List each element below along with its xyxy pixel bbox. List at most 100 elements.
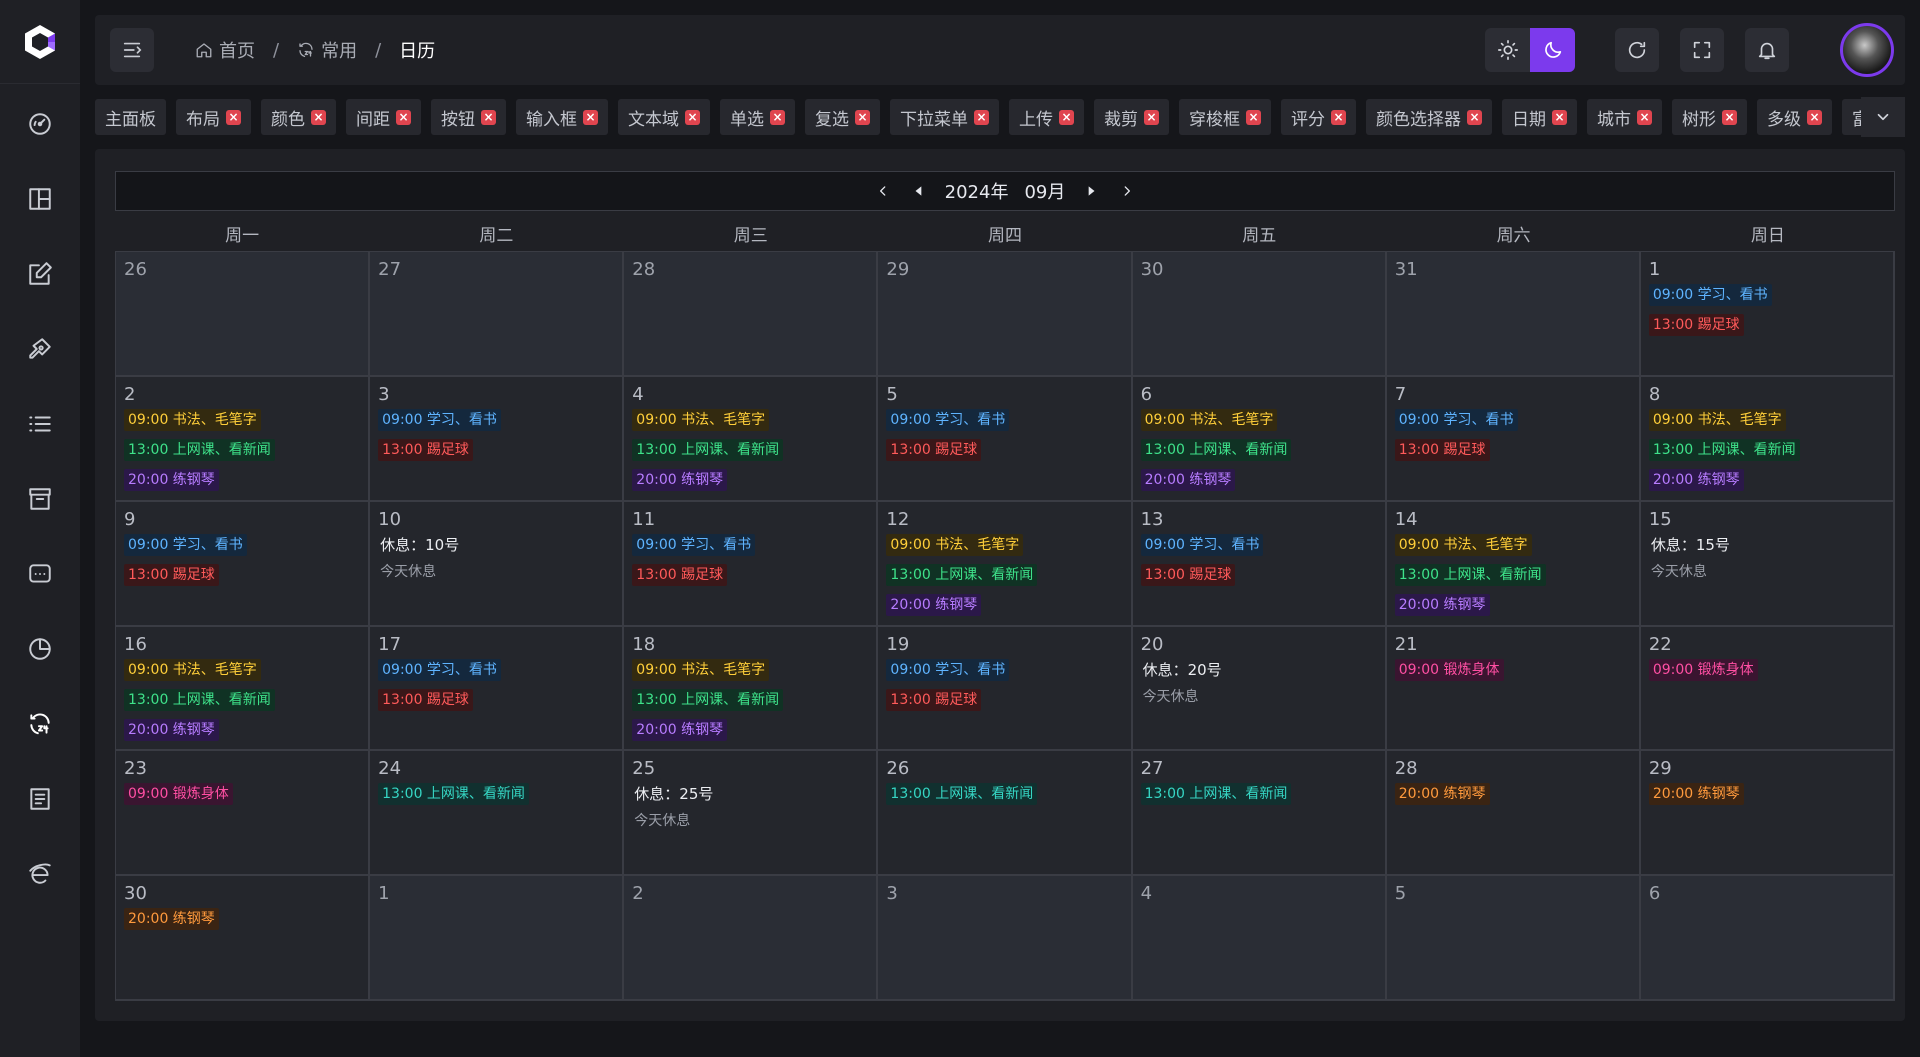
calendar-event[interactable]: 13:00 踢足球 (886, 438, 982, 461)
calendar-event[interactable]: 13:00 踢足球 (1394, 438, 1490, 461)
calendar-day-cell[interactable]: 29 20:00 练钢琴 (1640, 751, 1895, 877)
calendar-event[interactable]: 13:00 上网课、看新闻 (1140, 783, 1292, 806)
tab-item[interactable]: 树形 × (1672, 99, 1747, 135)
calendar-event[interactable]: 13:00 踢足球 (632, 563, 728, 586)
calendar-day-cell[interactable]: 10 休息：10号 今天休息 (370, 501, 625, 627)
calendar-day-cell[interactable]: 30 (1132, 252, 1387, 377)
tab-item[interactable]: 文本域 × (618, 99, 710, 135)
calendar-event[interactable]: 09:00 学习、看书 (1140, 533, 1264, 556)
calendar-day-cell[interactable]: 3 (878, 876, 1133, 1001)
calendar-day-cell[interactable]: 20 休息：20号 今天休息 (1132, 626, 1387, 752)
fullscreen-button[interactable] (1680, 28, 1724, 72)
calendar-event[interactable]: 09:00 学习、看书 (886, 658, 1010, 681)
calendar-event[interactable]: 09:00 锻炼身体 (1394, 658, 1504, 681)
calendar-day-cell[interactable]: 11 09:00 学习、看书 13:00 踢足球 (624, 501, 879, 627)
calendar-day-cell[interactable]: 4 09:00 书法、毛笔字 13:00 上网课、看新闻 20:00 练钢琴 (624, 376, 879, 502)
calendar-event[interactable]: 13:00 上网课、看新闻 (886, 783, 1038, 806)
calendar-event[interactable]: 09:00 学习、看书 (124, 533, 247, 556)
tab-item[interactable]: 输入框 × (516, 99, 608, 135)
sidebar-item-layout[interactable] (22, 181, 58, 217)
tab-close-icon[interactable]: × (226, 109, 241, 125)
sidebar-item-message[interactable] (22, 556, 58, 592)
calendar-event[interactable]: 20:00 练钢琴 (632, 468, 728, 491)
calendar-event[interactable]: 13:00 踢足球 (124, 563, 219, 586)
calendar-event[interactable]: 09:00 书法、毛笔字 (1648, 408, 1786, 431)
calendar-event[interactable]: 13:00 踢足球 (1648, 314, 1744, 336)
calendar-day-cell[interactable]: 26 13:00 上网课、看新闻 (878, 751, 1133, 877)
calendar-event[interactable]: 09:00 学习、看书 (1394, 408, 1518, 431)
tab-item[interactable]: 城市 × (1587, 99, 1662, 135)
calendar-event[interactable]: 13:00 上网课、看新闻 (124, 438, 275, 461)
tab-close-icon[interactable]: × (1059, 109, 1074, 125)
calendar-day-cell[interactable]: 18 09:00 书法、毛笔字 13:00 上网课、看新闻 20:00 练钢琴 (624, 626, 879, 752)
calendar-day-cell[interactable]: 29 (878, 252, 1133, 377)
sidebar-item-browser[interactable] (22, 856, 58, 892)
tab-item[interactable]: 复选 × (805, 99, 880, 135)
tab-close-icon[interactable]: × (1552, 109, 1567, 125)
prev-month-button[interactable] (909, 181, 929, 201)
sidebar-item-dashboard[interactable] (22, 106, 58, 142)
tab-close-icon[interactable]: × (311, 109, 326, 125)
calendar-event[interactable]: 13:00 上网课、看新闻 (124, 688, 275, 711)
calendar-day-cell[interactable]: 13 09:00 学习、看书 13:00 踢足球 (1132, 501, 1387, 627)
tab-item[interactable]: 评分 × (1281, 99, 1356, 135)
calendar-day-cell[interactable]: 26 (116, 252, 371, 377)
sidebar-item-list[interactable] (22, 406, 58, 442)
calendar-event[interactable]: 20:00 练钢琴 (886, 593, 982, 616)
calendar-event[interactable]: 20:00 练钢琴 (124, 468, 219, 491)
calendar-event[interactable]: 20:00 练钢琴 (1648, 468, 1744, 491)
calendar-event[interactable]: 20:00 练钢琴 (1394, 783, 1490, 806)
prev-year-button[interactable] (873, 181, 893, 201)
calendar-day-cell[interactable]: 1 (370, 876, 625, 1001)
refresh-button[interactable] (1615, 28, 1659, 72)
tab-close-icon[interactable]: × (974, 109, 989, 125)
notifications-button[interactable] (1745, 28, 1789, 72)
tab-close-icon[interactable]: × (583, 109, 598, 125)
tab-close-icon[interactable]: × (1467, 109, 1482, 125)
sidebar-item-chart[interactable] (22, 631, 58, 667)
tab-item[interactable]: 裁剪 × (1094, 99, 1169, 135)
dark-theme-button[interactable] (1530, 28, 1575, 72)
tab-close-icon[interactable]: × (1637, 109, 1652, 125)
sidebar-item-archive[interactable] (22, 481, 58, 517)
calendar-day-cell[interactable]: 31 (1386, 252, 1641, 377)
tab-close-icon[interactable]: × (1246, 109, 1261, 125)
tab-close-icon[interactable]: × (770, 109, 785, 125)
calendar-event[interactable]: 13:00 踢足球 (886, 688, 982, 711)
calendar-day-cell[interactable]: 5 09:00 学习、看书 13:00 踢足球 (878, 376, 1133, 502)
calendar-day-cell[interactable]: 28 20:00 练钢琴 (1386, 751, 1641, 877)
tab-item[interactable]: 间距 × (346, 99, 421, 135)
calendar-event[interactable]: 09:00 书法、毛笔字 (124, 408, 261, 431)
calendar-event[interactable]: 20:00 练钢琴 (124, 908, 219, 931)
calendar-day-cell[interactable]: 23 09:00 锻炼身体 (116, 751, 371, 877)
tab-close-icon[interactable]: × (481, 109, 496, 125)
calendar-event[interactable]: 09:00 书法、毛笔字 (886, 533, 1024, 556)
calendar-event[interactable]: 20:00 练钢琴 (1140, 468, 1236, 491)
calendar-event[interactable]: 09:00 书法、毛笔字 (124, 658, 261, 681)
calendar-event[interactable]: 13:00 上网课、看新闻 (1394, 563, 1546, 586)
calendar-day-cell[interactable]: 12 09:00 书法、毛笔字 13:00 上网课、看新闻 20:00 练钢琴 (878, 501, 1133, 627)
tab-close-icon[interactable]: × (1144, 109, 1159, 125)
sidebar-item-common[interactable] (22, 706, 58, 742)
calendar-event[interactable]: 09:00 书法、毛笔字 (632, 658, 770, 681)
sidebar-item-pen[interactable] (22, 331, 58, 367)
calendar-day-cell[interactable]: 22 09:00 锻炼身体 (1640, 626, 1895, 752)
calendar-event[interactable]: 13:00 上网课、看新闻 (378, 783, 529, 806)
calendar-day-cell[interactable]: 16 09:00 书法、毛笔字 13:00 上网课、看新闻 20:00 练钢琴 (116, 626, 371, 752)
calendar-day-cell[interactable]: 8 09:00 书法、毛笔字 13:00 上网课、看新闻 20:00 练钢琴 (1640, 376, 1895, 502)
calendar-day-cell[interactable]: 6 09:00 书法、毛笔字 13:00 上网课、看新闻 20:00 练钢琴 (1132, 376, 1387, 502)
calendar-event[interactable]: 20:00 练钢琴 (632, 718, 728, 741)
calendar-event[interactable]: 20:00 练钢琴 (1648, 783, 1744, 806)
calendar-event[interactable]: 09:00 学习、看书 (632, 533, 756, 556)
calendar-day-cell[interactable]: 28 (624, 252, 879, 377)
calendar-event[interactable]: 13:00 踢足球 (378, 688, 473, 711)
calendar-event[interactable]: 13:00 踢足球 (378, 438, 473, 461)
tab-item[interactable]: 按钮 × (431, 99, 506, 135)
calendar-day-cell[interactable]: 5 (1386, 876, 1641, 1001)
calendar-event[interactable]: 13:00 上网课、看新闻 (632, 688, 784, 711)
next-year-button[interactable] (1117, 181, 1137, 201)
calendar-day-cell[interactable]: 27 (370, 252, 625, 377)
calendar-day-cell[interactable]: 17 09:00 学习、看书 13:00 踢足球 (370, 626, 625, 752)
tab-item[interactable]: 下拉菜单 × (890, 99, 999, 135)
calendar-event[interactable]: 13:00 上网课、看新闻 (632, 438, 784, 461)
